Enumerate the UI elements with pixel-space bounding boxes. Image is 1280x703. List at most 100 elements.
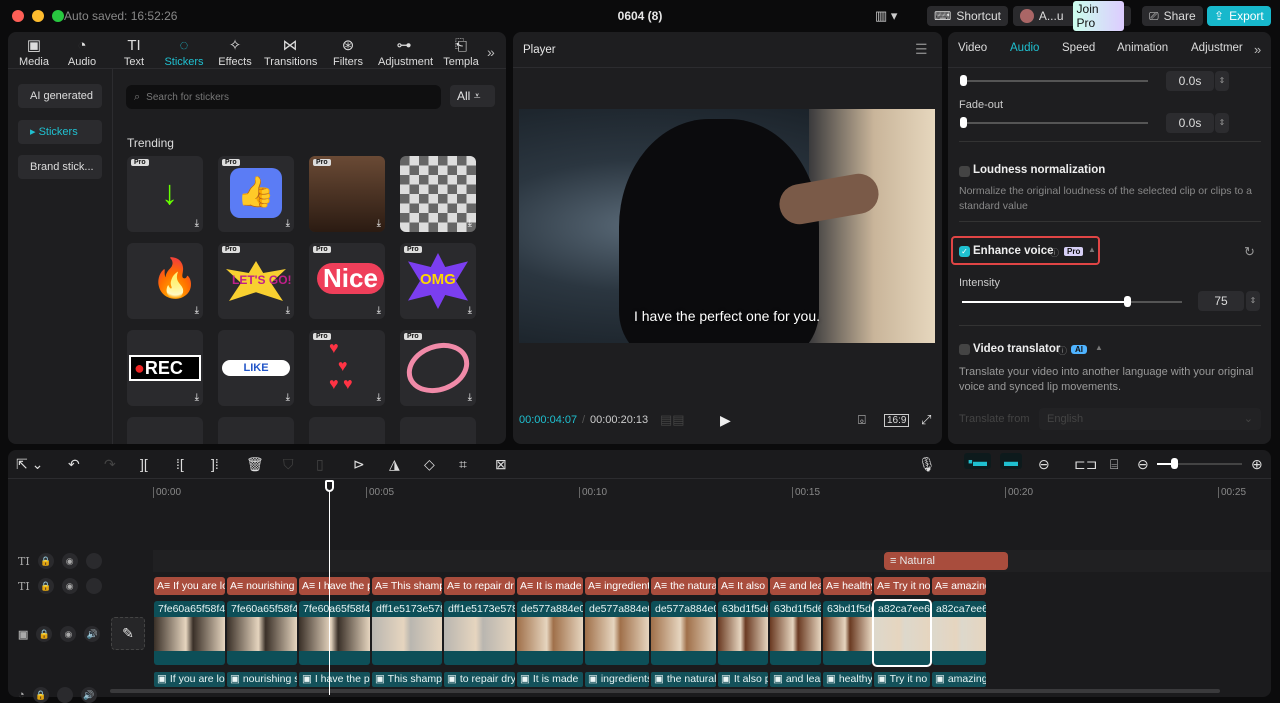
caption-clip[interactable]: ▣ Try it no <box>874 672 930 687</box>
fade-in-slider[interactable] <box>960 75 1148 86</box>
download-icon[interactable]: ⤓ <box>286 392 290 403</box>
speed-icon[interactable]: ⊳ <box>353 456 365 473</box>
zoom-out-icon[interactable]: ⊖ <box>1137 456 1149 473</box>
download-icon[interactable]: ⤓ <box>468 218 472 229</box>
download-icon[interactable]: ⤓ <box>286 218 290 229</box>
download-icon[interactable]: ⤓ <box>468 305 472 316</box>
caption-clip[interactable]: ▣ to repair dry <box>444 672 515 687</box>
eye-icon[interactable]: ◉ <box>61 553 78 569</box>
delete-icon[interactable]: 🗑 <box>246 456 264 473</box>
sticker-placeholder[interactable] <box>218 417 294 444</box>
video-clip[interactable]: a82ca7ee6 <box>932 601 986 665</box>
volume-icon[interactable]: 🔊 <box>80 687 97 703</box>
fade-out-value[interactable]: 0.0s <box>1166 113 1214 133</box>
mirror-icon[interactable]: ◮ <box>389 456 400 473</box>
help-icon[interactable]: ⓘ <box>1050 246 1059 259</box>
text-clip[interactable]: A≡ the natura <box>651 577 716 595</box>
fullscreen-icon[interactable]: ⤢ <box>921 412 931 428</box>
text-clip[interactable]: A≡ ingredients <box>585 577 649 595</box>
video-clip[interactable]: 7fe60a65f58f4 <box>299 601 370 665</box>
sticker-pixel-mosaic[interactable]: ⤓ <box>400 156 476 232</box>
timeline-zoom-slider[interactable] <box>1157 458 1242 469</box>
auto-cut-icon[interactable]: ⊠ <box>495 456 507 473</box>
zoom-in-icon[interactable]: ⊕ <box>1251 456 1263 473</box>
redo-icon[interactable]: ↷ <box>104 456 116 473</box>
video-clip[interactable]: dff1e5173e578 <box>372 601 442 665</box>
account-button[interactable]: A...u Join Pro <box>1013 1 1131 31</box>
auto-snap-icon[interactable]: ▬ <box>1000 453 1022 469</box>
rotate-icon[interactable]: ◇ <box>424 456 435 473</box>
text-clip[interactable]: A≡ and lea <box>770 577 821 595</box>
reset-icon[interactable]: ↻ <box>1244 244 1255 260</box>
more-tabs-icon[interactable]: » <box>1254 42 1261 57</box>
eye-icon[interactable]: ◉ <box>61 578 78 594</box>
inspector-tab-speed[interactable]: Speed <box>1062 42 1095 54</box>
caption-clip[interactable]: ▣ If you are lo <box>154 672 225 687</box>
eye-icon[interactable]: ◉ <box>60 626 77 642</box>
sticker-rec[interactable]: ●REC ⤓ <box>127 330 203 406</box>
shortcut-button[interactable]: ⌨ Shortcut <box>927 6 1009 26</box>
tab-adjustment[interactable]: ⊶ Adjustment <box>378 36 433 68</box>
download-icon[interactable]: ⤓ <box>377 218 381 229</box>
video-clip[interactable]: a82ca7ee6 <box>872 599 932 667</box>
sidebar-item-ai-generated[interactable]: AI generated <box>18 84 102 108</box>
lock-icon[interactable]: 🔒 <box>36 626 53 642</box>
tab-templa[interactable]: ⎗ Templa <box>435 36 487 68</box>
tab-filters[interactable]: ⊛ Filters <box>322 36 374 68</box>
fade-in-stepper[interactable]: ⇕ <box>1215 71 1229 91</box>
caption-clip[interactable]: ▣ I have the p <box>299 672 370 687</box>
video-clip[interactable]: 63bd1f5d6 <box>823 601 872 665</box>
filter-button[interactable]: All ⩡ <box>450 85 495 107</box>
download-icon[interactable]: ⤓ <box>377 305 381 316</box>
caption-clip[interactable]: ▣ nourishing s <box>227 672 297 687</box>
tab-audio[interactable]: ◔ Audio <box>56 36 108 68</box>
zoom-preview-icon[interactable]: ⌻ <box>858 412 866 428</box>
text-clip[interactable]: A≡ I have the p <box>299 577 370 595</box>
share-button[interactable]: ⎚ Share <box>1142 6 1203 26</box>
main-track-magnet-icon[interactable]: ▪▬ <box>964 453 991 469</box>
video-clip[interactable]: 63bd1f5d6 <box>770 601 821 665</box>
join-pro-badge[interactable]: Join Pro <box>1072 1 1124 31</box>
caption-clip[interactable]: ▣ This shamp <box>372 672 442 687</box>
lock-icon[interactable]: 🔒 <box>32 687 49 703</box>
sticker-fire[interactable]: 🔥 ⤓ <box>127 243 203 319</box>
caption-clip[interactable]: ▣ It is made <box>517 672 583 687</box>
sticker-placeholder[interactable] <box>127 417 203 444</box>
sticker-meme-face[interactable]: Pro ⤓ <box>309 156 385 232</box>
text-clip[interactable]: A≡ nourishing s <box>227 577 297 595</box>
sticker-nice[interactable]: Nice Pro ⤓ <box>309 243 385 319</box>
caption-clip[interactable]: ▣ healthy <box>823 672 872 687</box>
sticker-hearts[interactable]: ♥ ♥ ♥ ♥ Pro ⤓ <box>309 330 385 406</box>
layout-icon[interactable]: ▥ ▾ <box>875 8 897 24</box>
tab-effects[interactable]: ✧ Effects <box>209 36 261 68</box>
loudness-checkbox[interactable] <box>959 166 970 177</box>
intensity-stepper[interactable]: ⇕ <box>1246 291 1260 311</box>
tab-stickers[interactable]: ◌ Stickers <box>158 36 210 68</box>
translate-from-select[interactable]: English ⌄ <box>1039 408 1261 430</box>
select-tool-icon[interactable]: ⇱ ⌄ <box>16 456 43 473</box>
text-clip[interactable]: A≡ If you are lo <box>154 577 225 595</box>
caption-clip[interactable]: ▣ amazing <box>932 672 986 687</box>
aspect-ratio-button[interactable]: 16:9 <box>884 414 910 427</box>
video-preview[interactable]: I have the perfect one for you. <box>519 109 935 343</box>
microphone-icon[interactable]: 🎙 <box>918 456 936 473</box>
lock-icon[interactable]: 🔒 <box>37 578 54 594</box>
inspector-tab-adjustmer[interactable]: Adjustmer <box>1191 42 1243 54</box>
text-clip[interactable]: A≡ healthy <box>823 577 872 595</box>
download-icon[interactable]: ⤓ <box>195 392 199 403</box>
intensity-slider[interactable] <box>962 296 1182 307</box>
fade-in-value[interactable]: 0.0s <box>1166 71 1214 91</box>
sticker-placeholder[interactable] <box>400 417 476 444</box>
sticker-omg[interactable]: OMG Pro ⤓ <box>400 243 476 319</box>
collapse-icon[interactable]: ▲ <box>1088 245 1096 254</box>
sticker-lets-go[interactable]: LET'S GO! Pro ⤓ <box>218 243 294 319</box>
link-icon[interactable]: ⊖ <box>1038 456 1050 473</box>
split-left-icon[interactable]: ⁞[ <box>176 456 184 472</box>
caption-clip[interactable]: ▣ the natural <box>651 672 716 687</box>
undo-icon[interactable]: ↶ <box>68 456 80 473</box>
download-icon[interactable]: ⤓ <box>468 392 472 403</box>
crop-icon[interactable]: ⌗ <box>459 456 467 473</box>
text-clip[interactable]: A≡ It is made <box>517 577 583 595</box>
video-clip[interactable]: 7fe60a65f58f4 <box>154 601 225 665</box>
video-clip[interactable]: de577a884e0 <box>517 601 583 665</box>
